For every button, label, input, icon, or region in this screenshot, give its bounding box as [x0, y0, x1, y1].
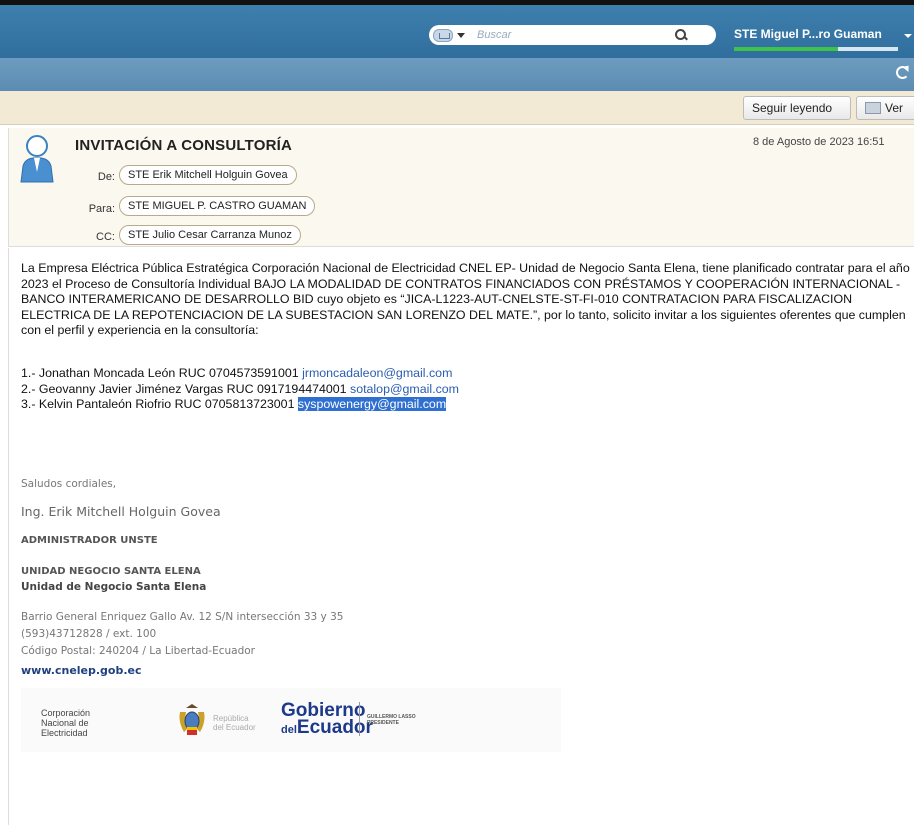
signature-unit: UNIDAD NEGOCIO SANTA ELENA: [21, 566, 201, 577]
list-item-text: 3.- Kelvin Pantaleón Riofrio RUC 0705813…: [21, 397, 298, 411]
mail-icon: [433, 28, 453, 42]
list-item: 3.- Kelvin Pantaleón Riofrio RUC 0705813…: [21, 397, 459, 413]
logo-divider: [359, 702, 360, 736]
chevron-down-icon: [457, 32, 465, 38]
chevron-down-icon[interactable]: [904, 34, 912, 38]
signature-role: ADMINISTRADOR UNSTE: [21, 535, 158, 546]
president-logo: GUILLERMO LASSO PRESIDENTE: [367, 714, 416, 726]
signature-phone: (593)43712828 / ext. 100: [21, 628, 157, 640]
president-logo-line: PRESIDENTE: [367, 720, 399, 726]
quota-bar-remaining: [838, 47, 898, 51]
body-paragraph: La Empresa Eléctrica Pública Estratégica…: [21, 261, 910, 337]
email-link-selected[interactable]: syspowenergy@gmail.com: [297, 397, 447, 411]
republica-logo-line: República: [213, 714, 249, 723]
user-menu[interactable]: STE Miguel P...ro Guaman: [734, 27, 882, 41]
cnel-logo: Corporación Nacional de Electricidad: [41, 708, 90, 738]
signature-name: Ing. Erik Mitchell Holguin Govea: [21, 504, 221, 519]
signature-unit-name: Unidad de Negocio Santa Elena: [21, 581, 207, 593]
message-header: INVITACIÓN A CONSULTORÍA 8 de Agosto de …: [8, 128, 914, 247]
sub-bar: [0, 58, 914, 91]
search-icon[interactable]: [673, 27, 689, 43]
list-item-text: 2.- Geovanny Javier Jiménez Vargas RUC 0…: [21, 381, 350, 396]
cnel-logo-line: Nacional de: [41, 718, 89, 728]
to-label: Para:: [88, 203, 115, 215]
view-icon: [865, 102, 881, 114]
cc-address-chip[interactable]: STE Julio Cesar Carranza Munoz: [119, 225, 301, 245]
email-link[interactable]: sotalop@gmail.com: [350, 382, 459, 396]
from-label: De:: [97, 171, 115, 183]
signature-greeting: Saludos cordiales,: [21, 478, 117, 490]
top-bar: STE Miguel P...ro Guaman: [0, 0, 914, 58]
from-address-chip[interactable]: STE Erik Mitchell Holguin Govea: [119, 165, 297, 185]
message-date: 8 de Agosto de 2023 16:51: [753, 136, 885, 148]
cnel-logo-line: Corporación: [41, 708, 91, 718]
republica-logo-line: del Ecuador: [213, 723, 256, 732]
signature-postal: Código Postal: 240204 / La Libertad-Ecua…: [21, 645, 255, 657]
list-item-text: 1.- Jonathan Moncada León RUC 0704573591…: [21, 366, 303, 380]
list-item: 1.- Jonathan Moncada León RUC 0704573591…: [21, 366, 459, 382]
signature-logos: Corporación Nacional de Electricidad Rep…: [21, 688, 561, 752]
message-subject: INVITACIÓN A CONSULTORÍA: [75, 137, 293, 154]
gobierno-logo-line: Ecuador: [296, 717, 373, 738]
message-body: La Empresa Eléctrica Pública Estratégica…: [8, 248, 914, 825]
signature-address: Barrio General Enriquez Gallo Av. 12 S/N…: [21, 611, 344, 623]
signature-website-link[interactable]: www.cnelep.gob.ec: [21, 664, 142, 677]
gobierno-logo-line: del: [281, 724, 297, 736]
view-button[interactable]: Ver: [856, 96, 914, 120]
republica-logo: República del Ecuador: [213, 714, 256, 732]
bidder-list: 1.- Jonathan Moncada León RUC 0704573591…: [21, 366, 459, 413]
email-link[interactable]: jrmoncadaleon@gmail.com: [302, 366, 452, 380]
cnel-logo-line: Electricidad: [41, 728, 88, 738]
to-address-chip[interactable]: STE MIGUEL P. CASTRO GUAMAN: [119, 196, 316, 216]
search-input[interactable]: [477, 29, 667, 41]
continue-reading-button[interactable]: Seguir leyendo: [743, 96, 851, 120]
cc-label: CC:: [96, 231, 115, 243]
search-scope-selector[interactable]: [429, 25, 477, 45]
refresh-icon[interactable]: [896, 66, 909, 79]
message-toolbar: Seguir leyendo Ver: [0, 91, 914, 125]
quota-bar: [734, 47, 838, 51]
search-box[interactable]: [429, 25, 716, 45]
view-button-label: Ver: [885, 101, 904, 115]
ecuador-seal-icon: [179, 704, 205, 735]
list-item: 2.- Geovanny Javier Jiménez Vargas RUC 0…: [21, 382, 459, 398]
